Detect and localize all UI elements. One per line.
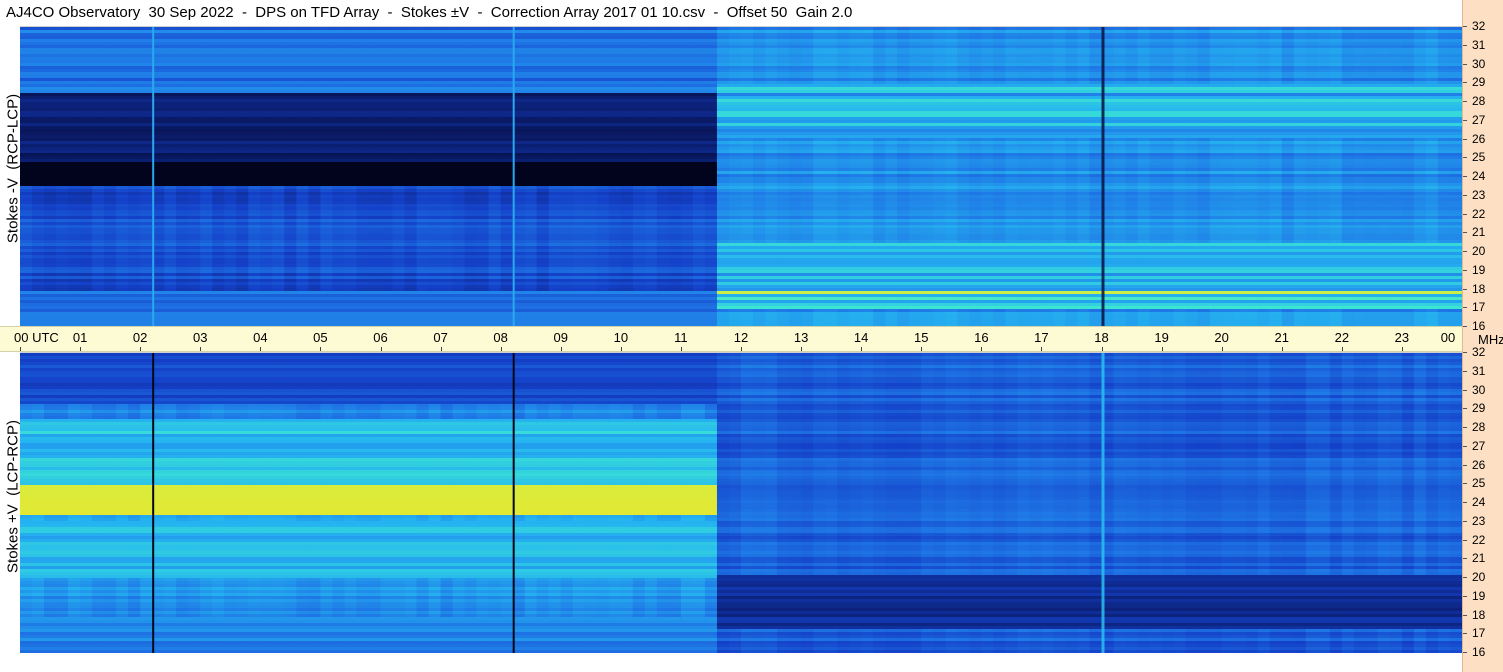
spectrogram-top	[20, 26, 1462, 327]
top-panel-ylabel: Stokes -V (RCP-LCP)	[5, 19, 22, 319]
bottom-panel-ylabel: Stokes +V (LCP-RCP)	[5, 347, 22, 647]
chart-title: AJ4CO Observatory 30 Sep 2022 - DPS on T…	[6, 2, 852, 24]
spectrogram-top-plot	[20, 27, 1462, 327]
